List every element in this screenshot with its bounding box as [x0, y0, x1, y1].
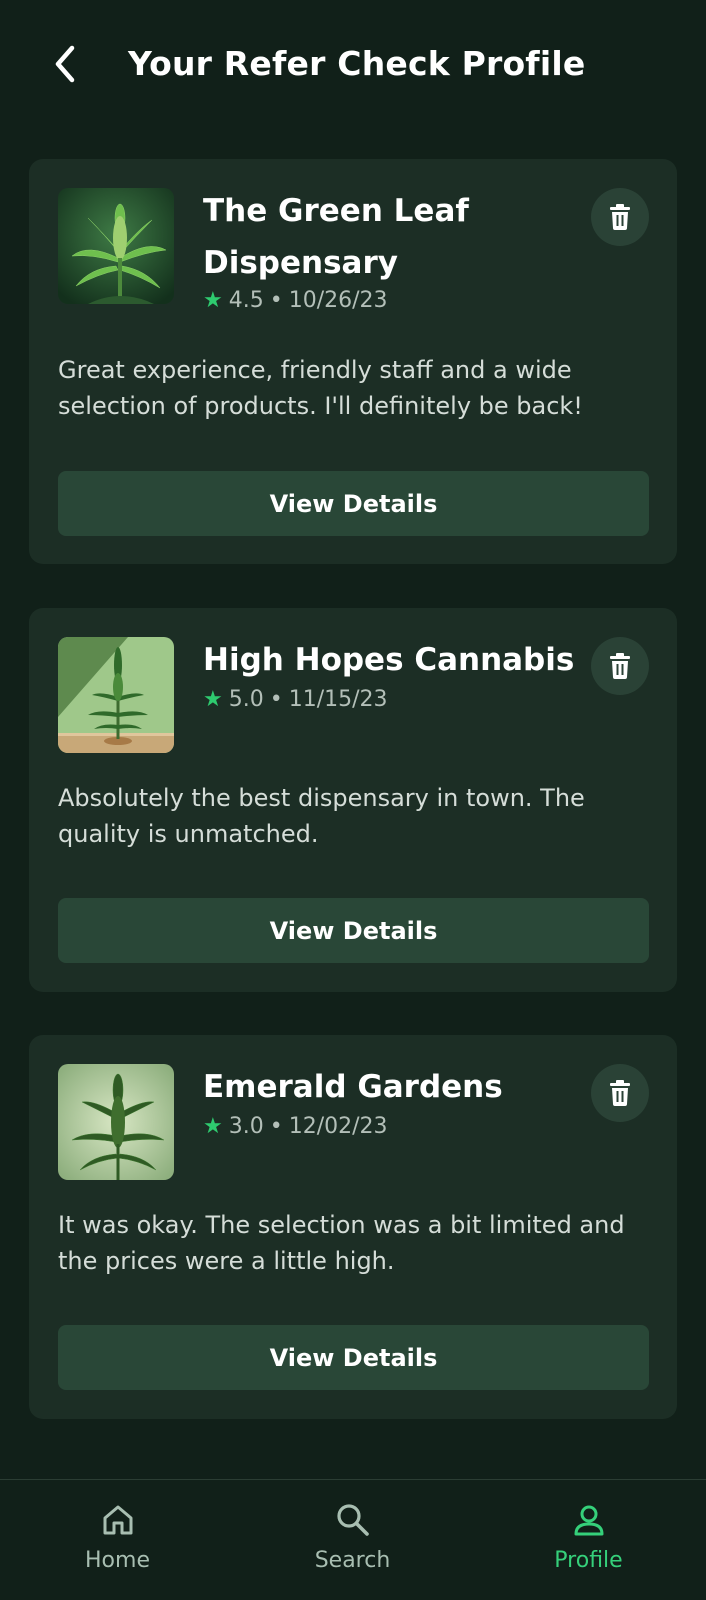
nav-item-profile[interactable]: Profile	[471, 1480, 706, 1600]
dispensary-name: Emerald Gardens	[203, 1069, 503, 1105]
dispensary-name: High Hopes Cannabis	[203, 642, 575, 678]
cannabis-plant-image	[58, 188, 174, 304]
view-details-button[interactable]: View Details	[58, 898, 649, 963]
star-icon: ★	[203, 1114, 223, 1139]
rating-date: ★ 4.5 • 10/26/23	[203, 285, 388, 317]
nav-item-search[interactable]: Search	[235, 1480, 470, 1600]
nav-item-home[interactable]: Home	[0, 1480, 235, 1600]
header: Your Refer Check Profile	[0, 0, 706, 130]
dispensary-name: The Green Leaf Dispensary	[203, 193, 469, 281]
rating-value: 5.0	[228, 687, 264, 712]
rating-date: ★ 5.0 • 11/15/23	[203, 684, 388, 716]
app-screen: Your Refer Check Profile The Green Leaf …	[0, 0, 706, 1600]
review-date: 11/15/23	[288, 687, 388, 712]
bottom-navigation: Home Search Profile	[0, 1479, 706, 1600]
trash-icon	[610, 653, 630, 679]
dispensary-thumbnail	[58, 637, 174, 753]
trash-icon	[610, 204, 630, 230]
review-date: 12/02/23	[288, 1114, 388, 1139]
delete-button[interactable]	[591, 637, 649, 695]
review-text: It was okay. The selection was a bit lim…	[58, 1211, 625, 1275]
review-date: 10/26/23	[288, 288, 388, 313]
view-details-button[interactable]: View Details	[58, 471, 649, 536]
profile-icon	[574, 1505, 603, 1536]
separator-dot: •	[269, 687, 283, 712]
star-icon: ★	[203, 288, 223, 313]
review-text: Great experience, friendly staff and a w…	[58, 356, 583, 420]
separator-dot: •	[269, 288, 283, 313]
nav-label-search: Search	[314, 1548, 391, 1573]
dispensary-thumbnail	[58, 1064, 174, 1180]
view-details-button[interactable]: View Details	[58, 1325, 649, 1390]
review-card: The Green Leaf Dispensary ★ 4.5 • 10/26/23 …	[29, 159, 677, 564]
search-icon	[336, 1504, 369, 1536]
cannabis-plant-image	[58, 637, 174, 753]
home-icon	[103, 1505, 132, 1535]
review-text: Absolutely the best dispensary in town. …	[58, 784, 585, 848]
delete-button[interactable]	[591, 1064, 649, 1122]
chevron-left-icon	[55, 45, 75, 83]
rating-date: ★ 3.0 • 12/02/23	[203, 1111, 388, 1143]
review-card: Emerald Gardens ★ 3.0 • 12/02/23 It was oka…	[29, 1035, 677, 1419]
separator-dot: •	[269, 1114, 283, 1139]
trash-icon	[610, 1080, 630, 1106]
review-card: High Hopes Cannabis ★ 5.0 • 11/15/23 Absolu…	[29, 608, 677, 992]
nav-label-home: Home	[85, 1548, 150, 1573]
star-icon: ★	[203, 687, 223, 712]
cannabis-plant-image	[58, 1064, 174, 1180]
back-button[interactable]	[40, 36, 88, 92]
rating-value: 4.5	[228, 288, 264, 313]
delete-button[interactable]	[591, 188, 649, 246]
dispensary-thumbnail	[58, 188, 174, 304]
nav-label-profile: Profile	[554, 1548, 623, 1573]
rating-value: 3.0	[228, 1114, 264, 1139]
page-title: Your Refer Check Profile	[128, 44, 586, 83]
